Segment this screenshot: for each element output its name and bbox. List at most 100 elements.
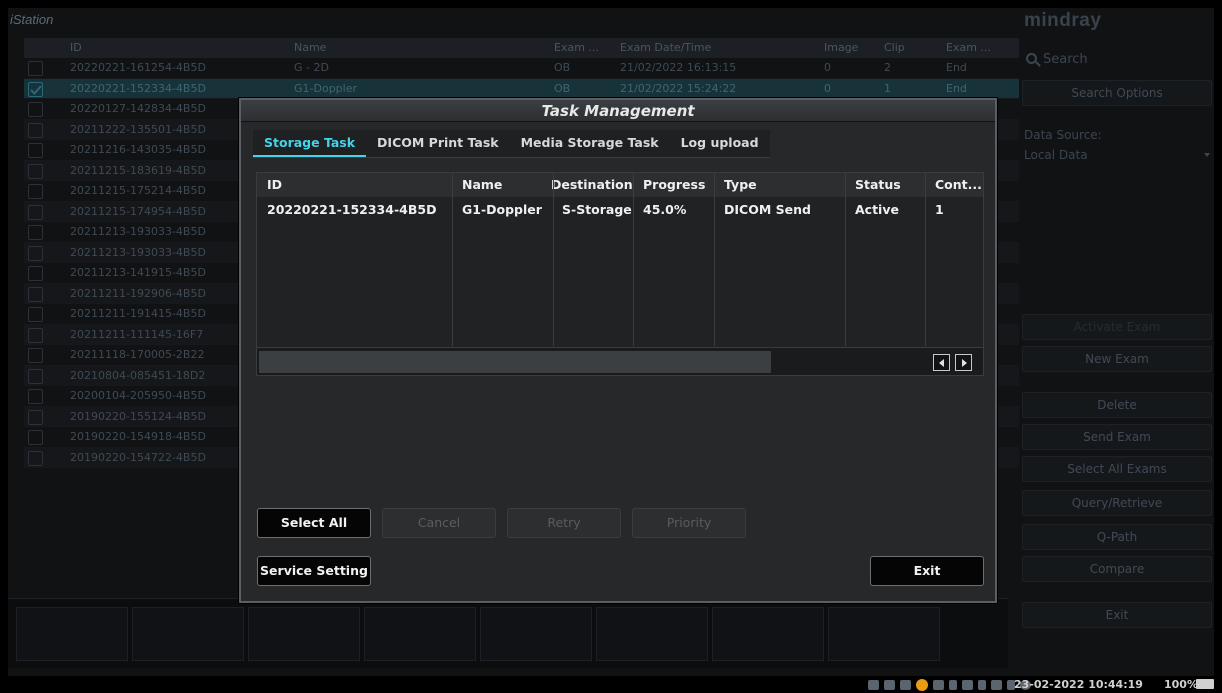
- select-all-exams-button[interactable]: Select All Exams: [1022, 456, 1212, 482]
- col-header-clip[interactable]: Clip: [884, 38, 905, 58]
- cancel-button[interactable]: Cancel: [382, 508, 496, 538]
- service-setting-button[interactable]: Service Setting: [257, 556, 371, 586]
- col-header-name[interactable]: Name: [462, 173, 502, 197]
- row-checkbox[interactable]: [28, 266, 43, 281]
- row-id: 20190220-154722-4B5D: [70, 450, 206, 464]
- select-all-button[interactable]: Select All: [257, 508, 371, 538]
- thumbnail[interactable]: [364, 607, 476, 661]
- row-exam-type: OB: [554, 81, 571, 95]
- table-row[interactable]: 20220221-152334-4B5D G1-Doppler S-Storag…: [257, 199, 983, 221]
- exit-button[interactable]: Exit: [870, 556, 984, 586]
- col-header-exam-date[interactable]: Exam Date/Time: [620, 38, 711, 58]
- row-checkbox[interactable]: [28, 430, 43, 445]
- task-icon[interactable]: [933, 680, 944, 690]
- retry-button[interactable]: Retry: [507, 508, 621, 538]
- row-checkbox[interactable]: [28, 389, 43, 404]
- row-id: 20211118-170005-2B22: [70, 348, 205, 361]
- table-row[interactable]: 20220221-161254-4B5D G - 2D OB 21/02/2022 1…: [24, 58, 1019, 79]
- storage-icon: [962, 680, 973, 690]
- row-checkbox[interactable]: [28, 225, 43, 240]
- col-header-name[interactable]: Name: [294, 38, 326, 58]
- row-checkbox[interactable]: [28, 81, 43, 97]
- col-header-count[interactable]: Cont...: [935, 173, 981, 197]
- send-exam-button[interactable]: Send Exam: [1022, 424, 1212, 450]
- row-checkbox[interactable]: [28, 348, 43, 363]
- thumbnail[interactable]: [596, 607, 708, 661]
- col-header-id[interactable]: ID: [70, 38, 82, 58]
- thumbnail[interactable]: [828, 607, 940, 661]
- new-exam-button[interactable]: New Exam: [1022, 346, 1212, 372]
- row-checkbox[interactable]: [28, 409, 43, 425]
- row-id: 20220221-161254-4B5D: [70, 61, 206, 74]
- q-path-button[interactable]: Q-Path: [1022, 524, 1212, 550]
- row-id: 20200104-205950-4B5D: [70, 389, 206, 402]
- tab-dicom-print-task[interactable]: DICOM Print Task: [366, 130, 510, 157]
- row-checkbox[interactable]: [28, 163, 43, 179]
- data-source-select[interactable]: Local Data: [1024, 148, 1210, 162]
- thumbnail[interactable]: [712, 607, 824, 661]
- tab-log-upload[interactable]: Log upload: [670, 130, 770, 157]
- row-id: 20211222-135501-4B5D: [70, 122, 206, 136]
- row-checkbox[interactable]: [28, 327, 43, 343]
- cloud-icon: [949, 680, 957, 690]
- data-source-label: Data Source:: [1024, 128, 1102, 142]
- trash-icon: [978, 680, 986, 690]
- row-checkbox[interactable]: [28, 286, 43, 302]
- row-checkbox[interactable]: [28, 122, 43, 138]
- dicom-icon: [991, 680, 1002, 690]
- tab-storage-task[interactable]: Storage Task: [253, 130, 367, 157]
- row-clip-count: 2: [884, 61, 891, 74]
- col-header-image[interactable]: Image: [824, 38, 858, 58]
- col-header-id[interactable]: ID: [267, 173, 282, 197]
- row-exam-date: 21/02/2022 16:13:15: [620, 61, 737, 74]
- col-header-progress[interactable]: Progress: [643, 173, 705, 197]
- row-checkbox[interactable]: [28, 102, 43, 117]
- tab-media-storage-task[interactable]: Media Storage Task: [510, 130, 670, 157]
- compare-button[interactable]: Compare: [1022, 556, 1212, 582]
- row-id: 20211211-111145-16F7: [70, 327, 204, 341]
- row-id: 20211215-183619-4B5D: [70, 163, 206, 177]
- thumbnail[interactable]: [16, 607, 128, 661]
- row-checkbox[interactable]: [28, 307, 43, 322]
- row-checkbox[interactable]: [28, 245, 43, 261]
- row-checkbox[interactable]: [28, 61, 43, 76]
- scroll-left-button[interactable]: [933, 354, 950, 371]
- chevron-down-icon: [1204, 153, 1210, 157]
- row-exam-state: End: [946, 61, 967, 74]
- row-id: 20220221-152334-4B5D: [70, 81, 206, 95]
- row-id: 20190220-155124-4B5D: [70, 409, 206, 423]
- row-checkbox[interactable]: [28, 143, 43, 158]
- col-header-exam-type[interactable]: Exam ...: [554, 38, 599, 58]
- search-field[interactable]: Search: [1026, 52, 1088, 67]
- col-header-exam-state[interactable]: Exam ...: [946, 38, 991, 58]
- scrollbar-thumb[interactable]: [259, 351, 771, 373]
- row-checkbox[interactable]: [28, 184, 43, 199]
- row-checkbox[interactable]: [28, 450, 43, 466]
- priority-button[interactable]: Priority: [632, 508, 746, 538]
- row-id: 20211211-191415-4B5D: [70, 307, 206, 320]
- table-row[interactable]: 20220221-152334-4B5D G1-Doppler OB 21/02/20…: [24, 78, 1019, 99]
- row-id: 20211213-193033-4B5D: [70, 245, 206, 259]
- delete-button[interactable]: Delete: [1022, 392, 1212, 418]
- warning-icon[interactable]: [916, 679, 928, 691]
- thumbnail[interactable]: [480, 607, 592, 661]
- query-retrieve-button[interactable]: Query/Retrieve: [1022, 490, 1212, 516]
- row-id: 20190220-154918-4B5D: [70, 430, 206, 443]
- row-image-count: 0: [824, 61, 831, 74]
- col-header-destination[interactable]: Destination: [551, 173, 633, 197]
- search-options-button[interactable]: Search Options: [1022, 80, 1212, 106]
- row-checkbox[interactable]: [28, 368, 43, 384]
- row-checkbox[interactable]: [28, 204, 43, 220]
- col-header-status[interactable]: Status: [855, 173, 901, 197]
- col-header-type[interactable]: Type: [724, 173, 757, 197]
- row-name: G1-Doppler: [294, 81, 358, 95]
- row-image-count: 0: [824, 81, 831, 95]
- printer-icon: [884, 680, 895, 690]
- status-bar: 23-02-2022 10:44:19 100%: [0, 676, 1222, 693]
- horizontal-scrollbar[interactable]: [257, 347, 983, 375]
- activate-exam-button[interactable]: Activate Exam: [1022, 314, 1212, 340]
- scroll-right-button[interactable]: [955, 354, 972, 371]
- thumbnail[interactable]: [132, 607, 244, 661]
- exit-app-button[interactable]: Exit: [1022, 602, 1212, 628]
- thumbnail[interactable]: [248, 607, 360, 661]
